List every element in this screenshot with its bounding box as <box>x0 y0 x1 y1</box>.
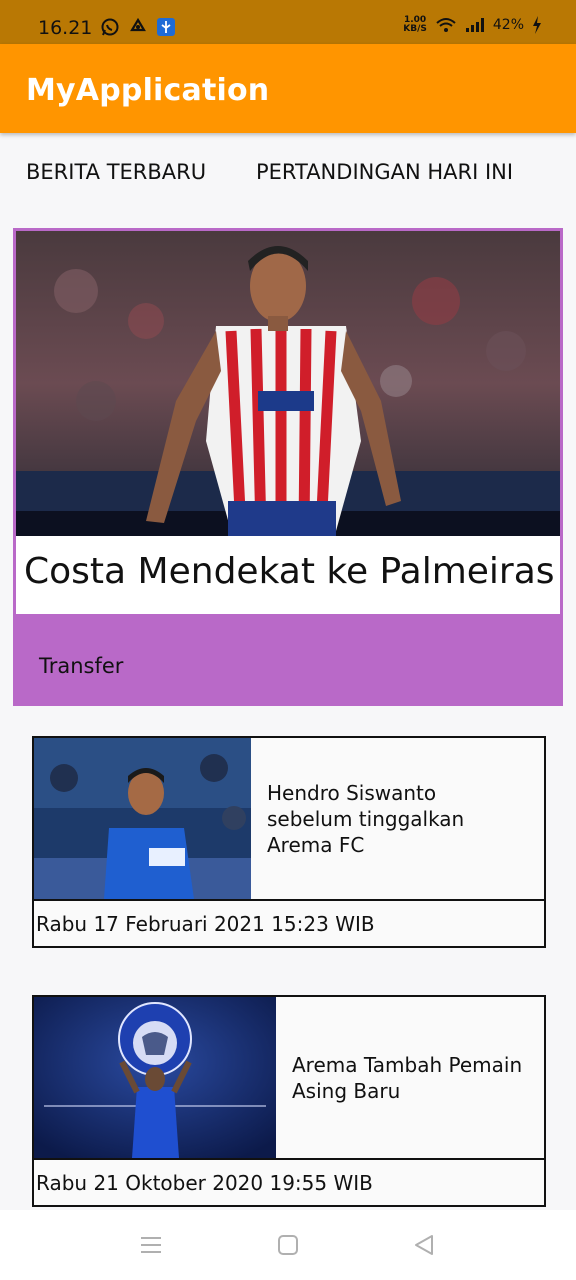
app-title: MyApplication <box>26 73 270 108</box>
system-nav-bar <box>0 1210 576 1280</box>
whatsapp-icon <box>101 18 119 36</box>
status-bar: 16.21 1.00 KB/S 42% <box>0 0 576 44</box>
home-icon[interactable] <box>277 1234 299 1256</box>
article-card[interactable]: Arema Tambah Pemain Asing Baru Rabu 21 O… <box>32 995 546 1207</box>
featured-article-body: Costa Mendekat ke Palmeiras <box>16 231 560 614</box>
featured-article-category: Transfer <box>39 654 124 678</box>
battery-charging-icon <box>533 16 541 34</box>
article-date: Rabu 17 Februari 2021 15:23 WIB <box>36 912 375 936</box>
divider <box>34 1158 544 1160</box>
article-card[interactable]: Hendro Siswanto sebelum tinggalkan Arema… <box>32 736 546 948</box>
net-speed: 1.00 KB/S <box>403 15 427 34</box>
usb-debug-icon <box>157 18 175 36</box>
featured-article-image <box>16 231 560 536</box>
wifi-icon <box>436 18 456 32</box>
app-bar: MyApplication <box>0 44 576 133</box>
featured-article-title: Costa Mendekat ke Palmeiras <box>24 551 555 592</box>
article-thumbnail <box>34 738 251 899</box>
article-headline: Hendro Siswanto sebelum tinggalkan Arema… <box>267 781 465 857</box>
tab-pertandingan-hari-ini[interactable]: PERTANDINGAN HARI INI <box>256 160 513 184</box>
tab-berita-terbaru[interactable]: BERITA TERBARU <box>26 160 206 184</box>
back-icon[interactable] <box>413 1234 435 1256</box>
battery-level: 42% <box>492 17 524 33</box>
recycle-icon <box>130 17 146 32</box>
article-date: Rabu 21 Oktober 2020 19:55 WIB <box>36 1171 373 1195</box>
menu-icon[interactable] <box>140 1236 162 1254</box>
signal-icon <box>465 18 484 32</box>
featured-article[interactable]: Costa Mendekat ke Palmeiras Transfer <box>13 228 563 706</box>
article-headline: Arema Tambah Pemain Asing Baru <box>292 1053 523 1103</box>
tab-bar: BERITA TERBARU PERTANDINGAN HARI INI <box>0 160 576 190</box>
status-time: 16.21 <box>38 17 93 39</box>
divider <box>34 899 544 901</box>
article-thumbnail <box>34 997 276 1158</box>
